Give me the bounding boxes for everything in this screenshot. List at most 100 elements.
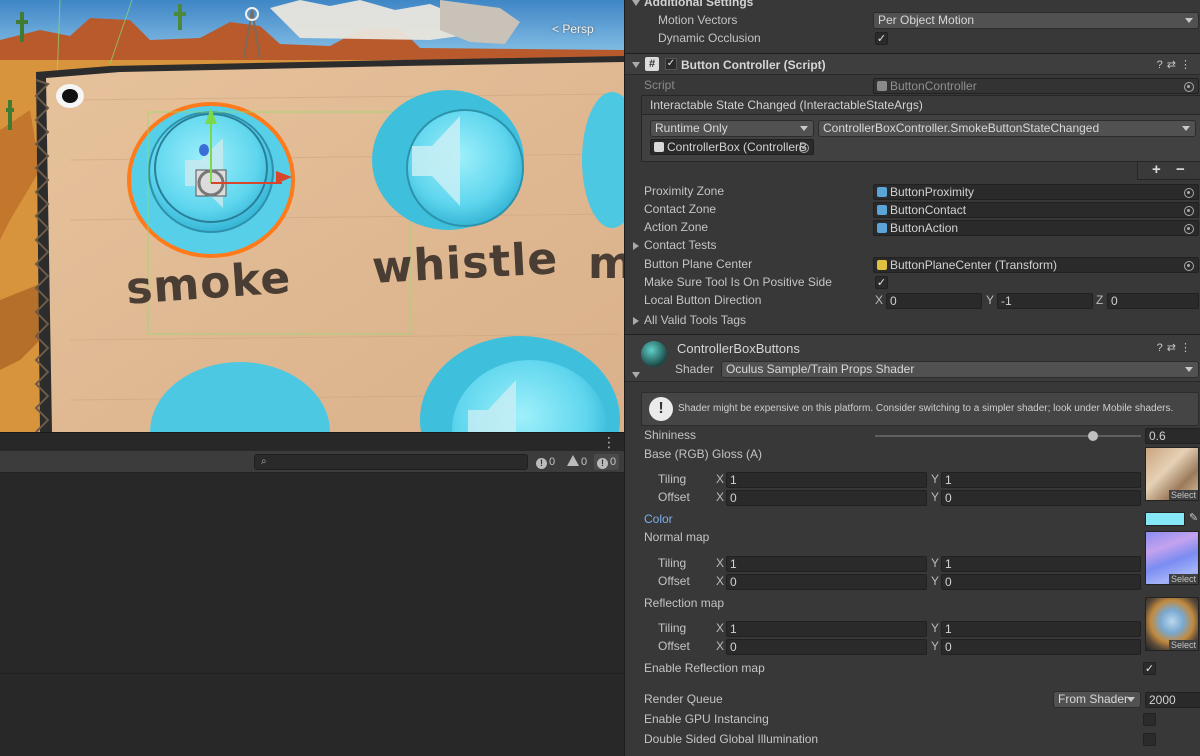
warning-icon [567, 455, 579, 466]
color-swatch[interactable] [1145, 512, 1185, 526]
base-tiling-row: Tiling X 1 Y 1 [625, 471, 1200, 489]
reflection-map-row: Reflection map [625, 595, 1200, 613]
scene-view[interactable]: smoke whistle m < Persp [0, 0, 624, 432]
proximity-zone-field[interactable]: ButtonProximity [873, 184, 1199, 200]
refl-offset-y-field[interactable]: 0 [941, 639, 1141, 655]
contact-tests-label: Contact Tests [644, 238, 717, 252]
function-dropdown[interactable]: ControllerBoxController.SmokeButtonState… [818, 120, 1196, 137]
console-divider [0, 673, 624, 674]
component-enabled-checkbox[interactable]: ✓ [665, 58, 677, 70]
refl-offset-y-label: Y [931, 639, 940, 653]
warning-icon: ! [649, 397, 673, 421]
remove-listener-button[interactable]: − [1176, 161, 1185, 178]
material-title: ControllerBoxButtons [677, 341, 800, 356]
normal-tiling-x-field[interactable]: 1 [726, 556, 927, 572]
warning-count-toggle[interactable]: 0 [564, 454, 590, 470]
refl-tiling-row: Tiling X 1 Y 1 [625, 620, 1200, 638]
partial-label: m [588, 238, 624, 289]
material-header-icons[interactable]: ?⇄⋮ [1157, 341, 1195, 354]
search-icon: ⌕ [261, 456, 267, 467]
render-queue-field[interactable]: 2000 [1145, 692, 1200, 708]
enable-reflection-checkbox[interactable]: ✓ [1143, 662, 1156, 675]
button-controller-header[interactable]: # ✓ Button Controller (Script) ?⇄⋮ [625, 53, 1200, 75]
render-queue-row: Render Queue From Shader 2000 [625, 691, 1200, 709]
object-picker-icon [1184, 82, 1194, 92]
more-icon[interactable]: ⋮ [1180, 59, 1195, 71]
dir-x-field[interactable]: 0 [886, 293, 982, 309]
event-header: Interactable State Changed (Interactable… [641, 95, 1200, 115]
dir-y-field[interactable]: -1 [997, 293, 1093, 309]
normal-offset-x-field[interactable]: 0 [726, 574, 927, 590]
script-row: Script ButtonController [625, 77, 1200, 95]
dir-z-field[interactable]: 0 [1107, 293, 1199, 309]
base-offset-y-field[interactable]: 0 [941, 490, 1141, 506]
shader-dropdown[interactable]: Oculus Sample/Train Props Shader [721, 361, 1199, 378]
shininess-field[interactable]: 0.6 [1145, 428, 1200, 444]
script-file-icon [877, 81, 887, 91]
console-search-input[interactable]: ⌕ [254, 454, 528, 470]
action-zone-value: ButtonAction [890, 221, 959, 235]
normal-map-row: Normal map [625, 529, 1200, 547]
runtime-mode-dropdown[interactable]: Runtime Only [650, 120, 814, 137]
base-tiling-y-field[interactable]: 1 [941, 472, 1141, 488]
preset-icon[interactable]: ⇄ [1167, 342, 1180, 354]
contact-zone-field[interactable]: ButtonContact [873, 202, 1199, 218]
positive-side-label: Make Sure Tool Is On Positive Side [644, 275, 832, 289]
normal-tiling-y-field[interactable]: 1 [941, 556, 1141, 572]
preset-icon[interactable]: ⇄ [1167, 59, 1180, 71]
error-icon: ! [597, 458, 608, 469]
refl-tiling-x-field[interactable]: 1 [726, 621, 927, 637]
enable-reflection-label: Enable Reflection map [644, 661, 765, 675]
persp-toggle[interactable]: < Persp [552, 22, 594, 36]
double-sided-gi-label: Double Sided Global Illumination [644, 732, 819, 746]
shader-value: Oculus Sample/Train Props Shader [726, 362, 915, 376]
runtime-value: Runtime Only [655, 121, 728, 135]
material-header[interactable]: ControllerBoxButtons ?⇄⋮ Shader Oculus S… [625, 334, 1200, 382]
contact-tests-foldout[interactable]: Contact Tests [625, 237, 1200, 255]
dir-x-label: X [875, 293, 884, 307]
motion-vectors-dropdown[interactable]: Per Object Motion [873, 12, 1199, 29]
kebab-menu-icon[interactable]: ⋮ [602, 435, 616, 449]
normal-offset-y-field[interactable]: 0 [941, 574, 1141, 590]
gpu-instancing-checkbox[interactable] [1143, 713, 1156, 726]
foldout-arrow-icon [632, 62, 640, 68]
help-icon[interactable]: ? [1157, 59, 1167, 71]
base-tiling-x-field[interactable]: 1 [726, 472, 927, 488]
inspector-panel: Additional Settings Motion Vectors Per O… [624, 0, 1200, 756]
valid-tags-foldout[interactable]: All Valid Tools Tags [625, 312, 1200, 330]
gameobject-icon [877, 187, 887, 197]
add-listener-button[interactable]: + [1152, 161, 1161, 178]
action-zone-field[interactable]: ButtonAction [873, 220, 1199, 236]
warning-count: 0 [581, 456, 588, 468]
refl-offset-x-field[interactable]: 0 [726, 639, 927, 655]
shininess-slider-track[interactable] [875, 431, 1141, 441]
error-count-toggle[interactable]: ! 0 [594, 454, 620, 470]
foldout-arrow-icon [632, 0, 640, 6]
render-queue-dropdown[interactable]: From Shader [1053, 691, 1141, 708]
refl-offset-label: Offset [658, 639, 690, 653]
refl-tiling-x-label: X [716, 621, 725, 635]
button-controller-title: Button Controller (Script) [681, 58, 826, 72]
info-count-toggle[interactable]: ! 0 [533, 454, 558, 470]
target-object-field[interactable]: ControllerBox (ControllerB [650, 139, 814, 155]
help-icon[interactable]: ? [1157, 342, 1167, 354]
eyedropper-icon[interactable]: ✎ [1189, 511, 1198, 524]
refl-tiling-y-field[interactable]: 1 [941, 621, 1141, 637]
base-offset-x-field[interactable]: 0 [726, 490, 927, 506]
dynamic-occlusion-checkbox[interactable]: ✓ [875, 32, 888, 45]
object-picker-icon [1184, 261, 1194, 271]
info-icon: ! [536, 458, 547, 469]
positive-side-checkbox[interactable]: ✓ [875, 276, 888, 289]
plane-center-field[interactable]: ButtonPlaneCenter (Transform) [873, 257, 1199, 273]
normal-map-label: Normal map [644, 530, 710, 544]
additional-settings-foldout[interactable]: Additional Settings [625, 0, 1200, 12]
action-zone-label: Action Zone [644, 220, 709, 234]
local-direction-label: Local Button Direction [644, 293, 762, 307]
contact-zone-row: Contact Zone ButtonContact [625, 201, 1200, 219]
info-count: 0 [549, 456, 556, 468]
component-header-icons[interactable]: ?⇄⋮ [1157, 58, 1195, 71]
script-label: Script [644, 78, 675, 92]
double-sided-gi-checkbox[interactable] [1143, 733, 1156, 746]
more-icon[interactable]: ⋮ [1180, 342, 1195, 354]
shininess-slider-knob[interactable] [1088, 431, 1099, 441]
